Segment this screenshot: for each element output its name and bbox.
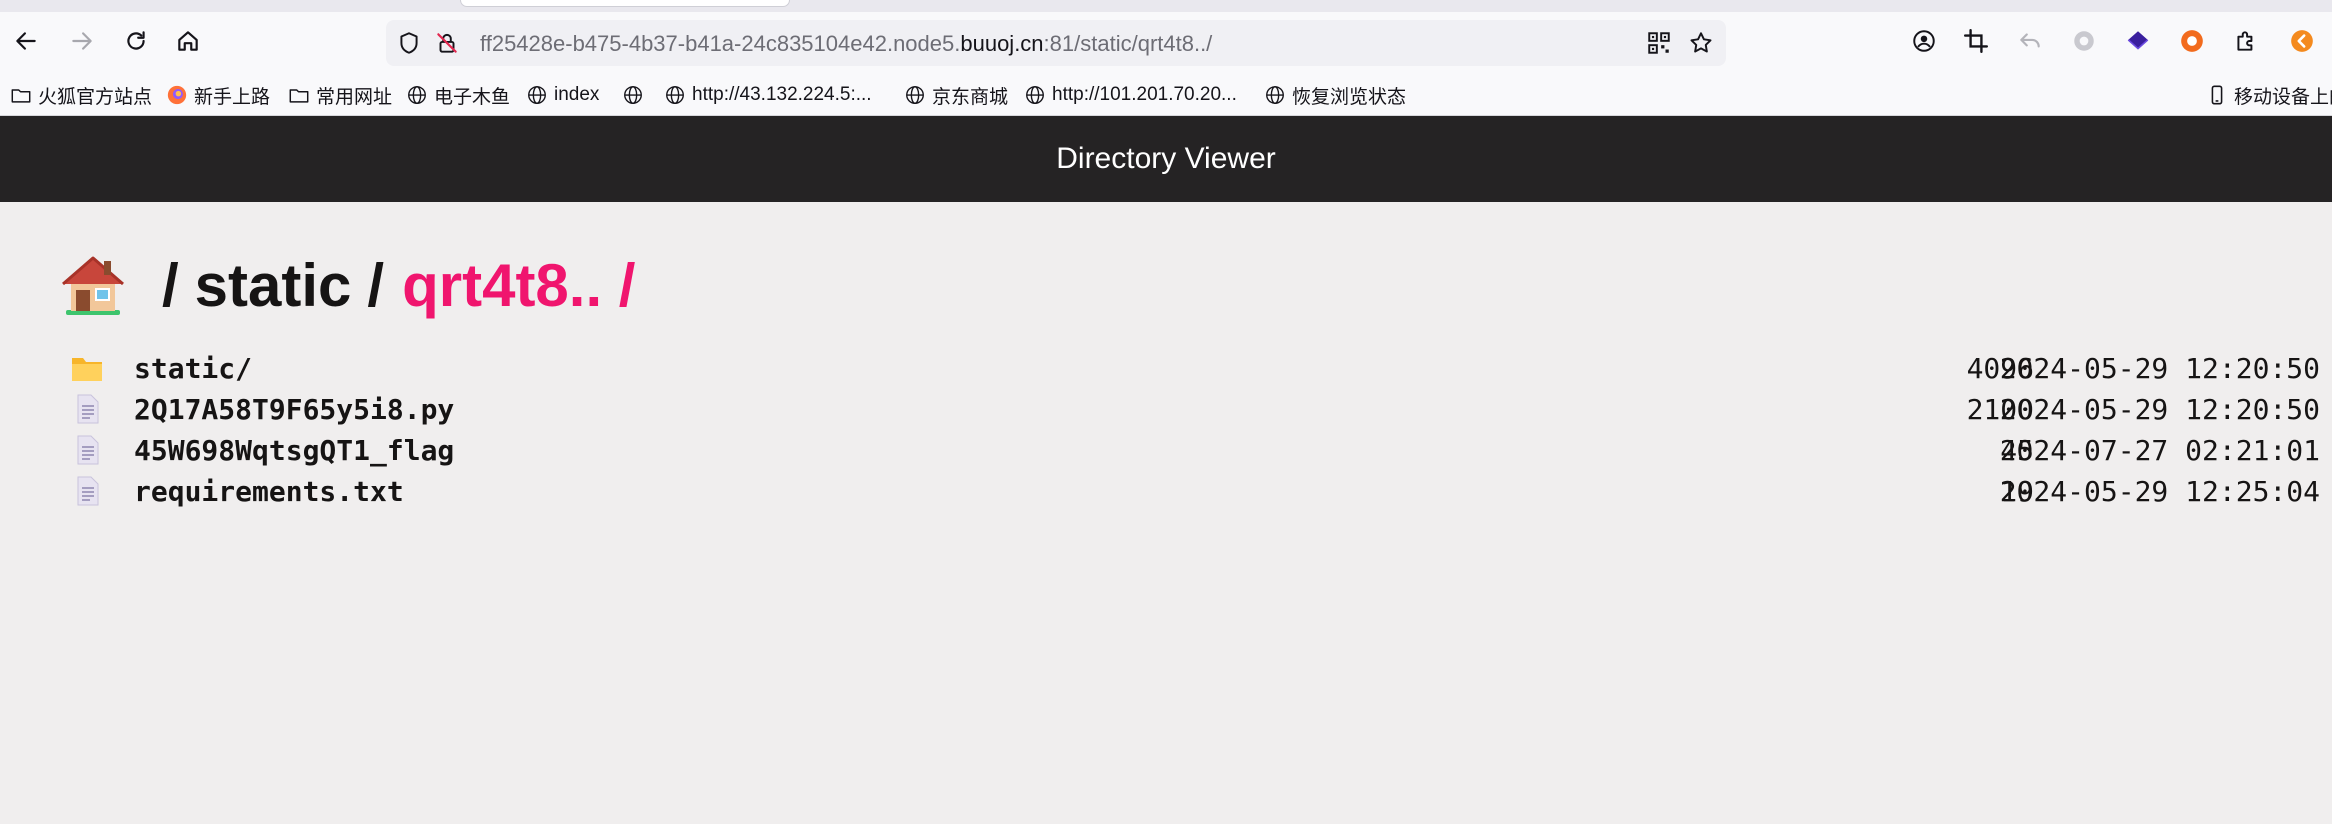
orange-circle-icon <box>2181 30 2203 52</box>
file-name[interactable]: static/ <box>134 352 252 385</box>
home-icon <box>178 31 198 51</box>
file-date: 2024-05-29 12:20:50 <box>1999 393 2320 426</box>
file-date: 2024-07-27 02:21:01 <box>1999 434 2320 467</box>
bookmark-getting-started[interactable]: 新手上路 <box>166 81 270 109</box>
globe-icon <box>1266 86 1284 104</box>
file-name[interactable]: 2Q17A58T9F65y5i8.py <box>134 393 454 426</box>
extension-gray-button[interactable] <box>2064 21 2104 61</box>
globe-icon <box>528 86 546 104</box>
file-list: static/ 4096 2024-05-29 12:20:50 2Q17A58… <box>60 348 2320 512</box>
extension-diamond-button[interactable] <box>2118 21 2158 61</box>
file-date: 2024-05-29 12:20:50 <box>1999 352 2320 385</box>
bookmark-label: 新手上路 <box>194 86 271 108</box>
account-icon <box>1913 30 1935 52</box>
bookmark-label: 常用网址 <box>316 86 393 108</box>
file-name[interactable]: requirements.txt <box>134 475 404 508</box>
qr-code-icon[interactable] <box>1646 30 1672 56</box>
document-icon <box>77 435 99 465</box>
crop-icon <box>1963 28 1989 54</box>
bookmark-label: index <box>554 84 600 105</box>
bookmark-label: http://43.132.224.5:... <box>692 84 872 105</box>
document-icon <box>77 394 99 424</box>
file-row[interactable]: requirements.txt 19 2024-05-29 12:25:04 <box>60 471 2320 512</box>
screenshot-button[interactable] <box>1956 21 1996 61</box>
bookmark-label: http://101.201.70.20... <box>1052 84 1237 105</box>
globe-icon <box>408 86 426 104</box>
bookmark-star-icon[interactable] <box>1688 30 1714 56</box>
arrow-left-icon <box>16 32 36 50</box>
forward-button[interactable] <box>62 21 102 61</box>
extension-orange-arrow-button[interactable] <box>2282 21 2322 61</box>
tracking-shield-icon[interactable] <box>396 30 422 56</box>
layers-diamond-icon <box>2127 31 2149 50</box>
globe-icon <box>624 86 642 104</box>
page-title: Directory Viewer <box>1056 142 1276 175</box>
url-text[interactable]: ff25428e-b475-4b37-b41a-24c835104e42.nod… <box>480 31 1212 57</box>
bookmark-ip-43[interactable]: http://43.132.224.5:... <box>664 81 872 109</box>
globe-icon <box>1026 86 1044 104</box>
folder-icon <box>289 89 309 103</box>
bookmark-index[interactable]: index <box>526 81 599 109</box>
extension-orange-button[interactable] <box>2172 21 2212 61</box>
firefox-icon <box>167 85 187 105</box>
breadcrumb-current[interactable]: qrt4t8.. / <box>402 251 635 320</box>
bookmark-label: 火狐官方站点 <box>38 86 153 108</box>
bookmark-restore-session[interactable]: 恢复浏览状态 <box>1264 81 1406 109</box>
house-icon[interactable] <box>60 252 126 318</box>
document-icon <box>77 476 99 506</box>
home-button[interactable] <box>168 21 208 61</box>
bookmark-label: 电子木鱼 <box>434 86 511 108</box>
active-tab-edge[interactable] <box>460 0 790 7</box>
file-row[interactable]: 45W698WqtsgQT1_flag 45 2024-07-27 02:21:… <box>60 430 2320 471</box>
file-row[interactable]: static/ 4096 2024-05-29 12:20:50 <box>60 348 2320 389</box>
back-button[interactable] <box>6 21 46 61</box>
bookmark-jd[interactable]: 京东商城 <box>904 81 1008 109</box>
globe-icon <box>906 86 924 104</box>
file-name[interactable]: 45W698WqtsgQT1_flag <box>134 434 454 467</box>
arrow-right-icon <box>72 32 92 50</box>
mobile-icon <box>2211 85 2223 105</box>
navigation-toolbar: ff25428e-b475-4b37-b41a-24c835104e42.nod… <box>0 12 2332 74</box>
breadcrumb-parent[interactable]: static <box>195 251 352 320</box>
undo-arrow-icon <box>2020 33 2040 48</box>
puzzle-piece-icon <box>2237 31 2253 51</box>
folder-icon <box>72 358 102 381</box>
bookmark-label: 移动设备上的 <box>2234 86 2332 108</box>
bookmark-label: 京东商城 <box>932 86 1009 108</box>
breadcrumb: / static / qrt4t8.. / <box>60 250 635 320</box>
bookmark-mobile[interactable]: 移动设备上的 <box>2206 81 2332 109</box>
breadcrumb-root[interactable]: / <box>162 251 179 320</box>
extensions-button[interactable] <box>2226 21 2266 61</box>
account-button[interactable] <box>1904 21 1944 61</box>
file-date: 2024-05-29 12:25:04 <box>1999 475 2320 508</box>
globe-icon <box>666 86 684 104</box>
insecure-lock-icon[interactable] <box>434 30 460 56</box>
page-header: Directory Viewer <box>0 116 2332 202</box>
bookmark-common-sites[interactable]: 常用网址 <box>288 81 392 109</box>
bookmark-label: 恢复浏览状态 <box>1292 86 1407 108</box>
bookmark-firefox-official[interactable]: 火狐官方站点 <box>10 81 152 109</box>
breadcrumb-separator: / <box>367 251 385 319</box>
tab-strip <box>0 0 2332 12</box>
folder-icon <box>11 89 31 103</box>
address-bar[interactable]: ff25428e-b475-4b37-b41a-24c835104e42.nod… <box>386 20 1726 66</box>
bookmark-muyu[interactable]: 电子木鱼 <box>406 81 510 109</box>
bookmarks-toolbar: 火狐官方站点 新手上路 常用网址 电子木鱼 index http://43.13… <box>0 74 2332 116</box>
orange-arrow-icon <box>2291 30 2313 52</box>
undo-button[interactable] <box>2010 21 2050 61</box>
reload-button[interactable] <box>116 21 156 61</box>
file-row[interactable]: 2Q17A58T9F65y5i8.py 2100 2024-05-29 12:2… <box>60 389 2320 430</box>
reload-icon <box>127 31 145 50</box>
extension-badge-icon <box>2074 31 2094 51</box>
bookmark-unnamed[interactable] <box>622 81 650 109</box>
bookmark-ip-101[interactable]: http://101.201.70.20... <box>1024 81 1237 109</box>
